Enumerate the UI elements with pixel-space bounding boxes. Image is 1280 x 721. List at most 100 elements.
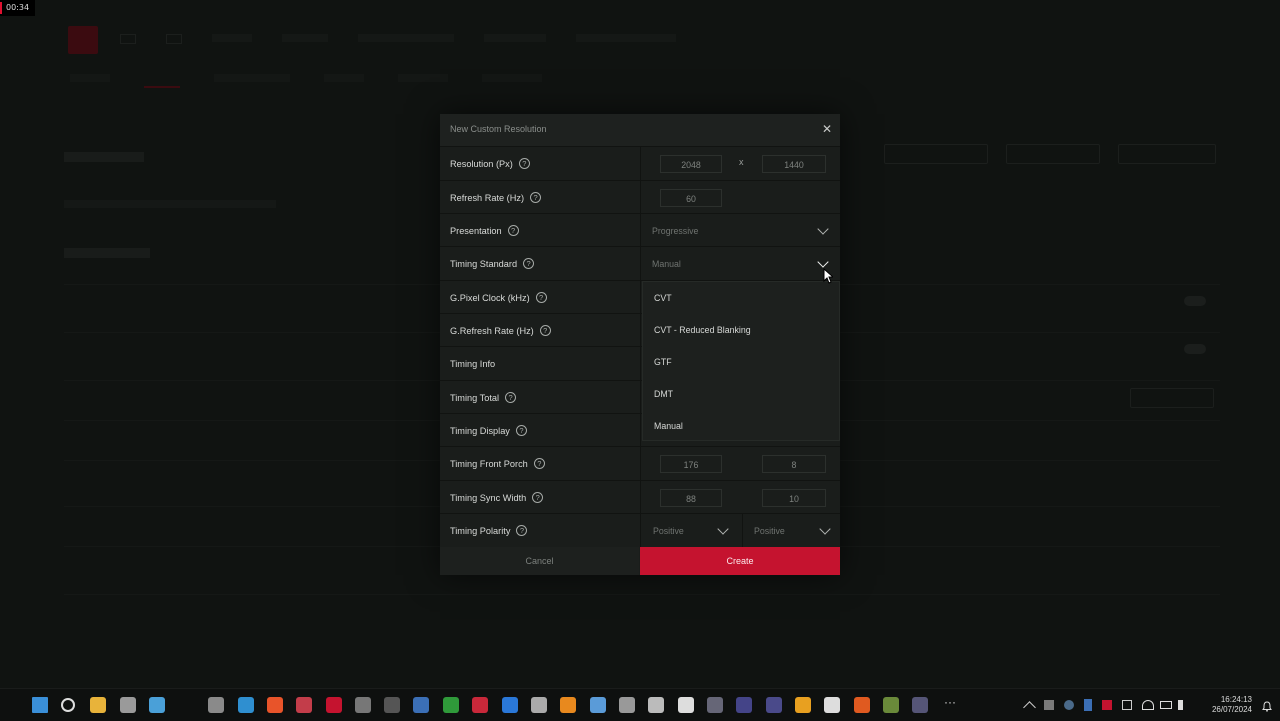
- g-refresh-rate-label: G.Refresh Rate (Hz): [450, 325, 534, 336]
- app-icon-4[interactable]: [707, 697, 723, 713]
- timing-total-label: Timing Total: [450, 392, 500, 403]
- close-icon[interactable]: ✕: [820, 122, 834, 136]
- polarity-h-value: Positive: [653, 525, 684, 536]
- help-icon[interactable]: ?: [505, 392, 517, 403]
- presentation-select[interactable]: Progressive: [640, 214, 841, 247]
- chevron-down-icon: [817, 223, 829, 235]
- app-icon-5[interactable]: [736, 697, 752, 713]
- polarity-h-select[interactable]: Positive: [641, 514, 741, 547]
- row-presentation: Presentation? Progressive: [440, 213, 840, 247]
- blender-icon[interactable]: [560, 697, 576, 713]
- obs-icon[interactable]: [384, 697, 400, 713]
- row-refresh-rate: Refresh Rate (Hz)? 60: [440, 180, 840, 214]
- battery-icon[interactable]: [1160, 701, 1172, 709]
- cancel-button[interactable]: Cancel: [440, 547, 639, 575]
- search-icon[interactable]: [61, 698, 75, 712]
- tray-overflow-icon[interactable]: [1023, 700, 1036, 714]
- app-icon-6[interactable]: [766, 697, 782, 713]
- system-tray: [1023, 689, 1188, 721]
- clock-date: 26/07/2024: [1211, 705, 1252, 714]
- dropdown-option-gtf[interactable]: GTF: [654, 346, 834, 378]
- notification-bell-icon[interactable]: [1262, 699, 1272, 712]
- clock-time: 16:24:13: [1220, 695, 1252, 704]
- refresh-rate-input[interactable]: 60: [660, 189, 722, 207]
- autodesk-icon[interactable]: [472, 697, 488, 713]
- help-icon[interactable]: ?: [535, 292, 547, 303]
- background-heading: [64, 152, 144, 162]
- background-display-name: [64, 200, 276, 208]
- spider-icon[interactable]: [619, 697, 635, 713]
- app-icon-2[interactable]: [590, 697, 606, 713]
- app-store-icon[interactable]: [502, 697, 518, 713]
- app-icon[interactable]: [296, 697, 312, 713]
- chevron-down-icon: [819, 523, 831, 535]
- app-icon-3[interactable]: [648, 697, 664, 713]
- refresh-rate-label: Refresh Rate (Hz): [450, 192, 525, 203]
- taskbar-clock[interactable]: 16:24:13 26/07/2024: [1212, 695, 1252, 715]
- help-icon[interactable]: ?: [523, 258, 535, 269]
- app-icon-9[interactable]: [912, 697, 928, 713]
- volume-icon[interactable]: [1178, 700, 1188, 710]
- dropdown-option-manual[interactable]: Manual: [654, 410, 834, 442]
- background-pill: [884, 144, 988, 164]
- app-icon-8[interactable]: [883, 697, 899, 713]
- create-button[interactable]: Create: [640, 547, 840, 575]
- row-timing-standard: Timing Standard? Manual: [440, 246, 840, 280]
- capcut-icon[interactable]: [795, 697, 811, 713]
- chevron-down-icon: [817, 256, 829, 268]
- wifi-icon[interactable]: [1142, 700, 1154, 710]
- front-porch-v-input[interactable]: 8: [762, 455, 826, 473]
- tray-send-icon[interactable]: [1122, 700, 1132, 710]
- more-icon[interactable]: ···: [944, 696, 960, 713]
- app-icon-7[interactable]: [824, 697, 840, 713]
- brave-icon[interactable]: [267, 697, 283, 713]
- windows-start-icon[interactable]: [32, 697, 48, 713]
- polarity-v-select[interactable]: Positive: [742, 514, 842, 547]
- tray-steam-icon[interactable]: [1064, 700, 1074, 710]
- front-porch-h-input[interactable]: 176: [660, 455, 722, 473]
- help-icon[interactable]: ?: [518, 158, 530, 169]
- sync-width-h-input[interactable]: 88: [660, 489, 722, 507]
- dropdown-option-cvt[interactable]: CVT: [654, 282, 834, 314]
- dropdown-option-dmt[interactable]: DMT: [654, 378, 834, 410]
- help-icon[interactable]: ?: [516, 525, 528, 536]
- sync-width-v-input[interactable]: 10: [762, 489, 826, 507]
- settings-icon[interactable]: [208, 697, 224, 713]
- help-icon[interactable]: ?: [533, 458, 545, 469]
- background-top-nav: [120, 34, 676, 44]
- chevron-down-icon: [717, 523, 729, 535]
- presentation-label: Presentation: [450, 225, 502, 236]
- help-icon[interactable]: ?: [539, 325, 551, 336]
- help-icon[interactable]: ?: [507, 225, 519, 236]
- terminal-icon[interactable]: [120, 697, 136, 713]
- edge-icon[interactable]: [238, 697, 254, 713]
- xbox-icon[interactable]: [443, 697, 459, 713]
- resolution-width-input[interactable]: 2048: [660, 155, 722, 173]
- windows-taskbar: ··· 16:24:13 26/07/2024: [0, 688, 1280, 721]
- file-explorer-icon[interactable]: [90, 697, 106, 713]
- help-icon[interactable]: ?: [515, 425, 527, 436]
- row-front-porch: Timing Front Porch? 176 8: [440, 446, 840, 480]
- photos-icon[interactable]: [149, 697, 165, 713]
- tray-amd-icon[interactable]: [1102, 700, 1112, 710]
- help-icon[interactable]: ?: [530, 192, 542, 203]
- timing-standard-select[interactable]: Manual: [640, 247, 841, 280]
- dropdown-option-cvt-rb[interactable]: CVT - Reduced Blanking: [654, 314, 834, 346]
- resolution-height-input[interactable]: 1440: [762, 155, 826, 173]
- vectorworks-icon[interactable]: [854, 697, 870, 713]
- steam-icon[interactable]: [413, 697, 429, 713]
- resolution-label: Resolution (Px): [450, 158, 513, 169]
- timing-display-label: Timing Display: [450, 425, 510, 436]
- tray-bluetooth-icon[interactable]: [1084, 699, 1092, 711]
- dialog-title-bar: New Custom Resolution ✕: [440, 114, 840, 146]
- epic-games-icon[interactable]: [355, 697, 371, 713]
- pixel-clock-label: G.Pixel Clock (kHz): [450, 292, 530, 303]
- amd-software-icon[interactable]: [326, 697, 342, 713]
- notepad-icon[interactable]: [678, 697, 694, 713]
- github-icon[interactable]: [531, 697, 547, 713]
- background-section-heading: [64, 248, 150, 258]
- background-toggle: [1184, 296, 1206, 306]
- background-pill: [1118, 144, 1216, 164]
- tray-app-icon[interactable]: [1044, 700, 1054, 710]
- help-icon[interactable]: ?: [532, 492, 544, 503]
